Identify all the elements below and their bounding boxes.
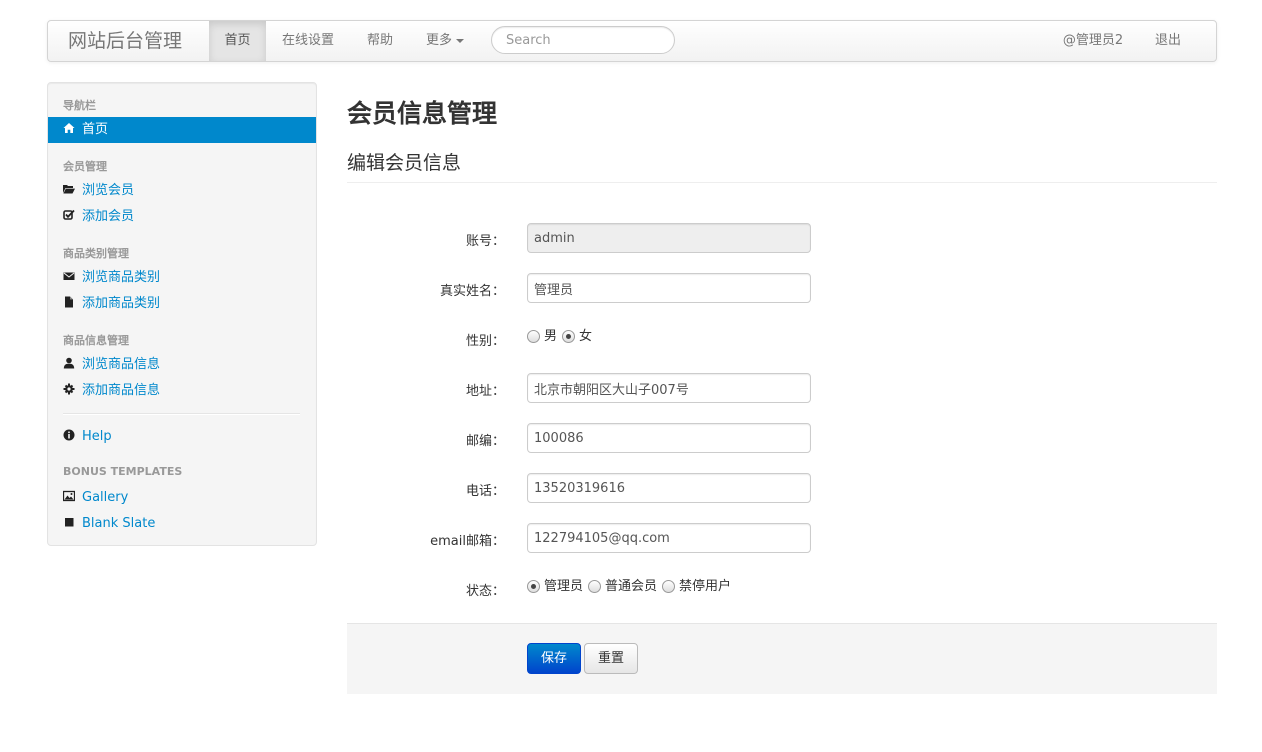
status-radio-admin[interactable] — [527, 579, 540, 593]
gender-radio-female[interactable] — [562, 329, 576, 343]
sidebar-item-label: 添加会员 — [82, 209, 135, 224]
sidebar-item-gallery[interactable]: Gallery — [48, 485, 316, 511]
status-option-member-label: 普通会员 — [605, 579, 658, 594]
sidebar-header-products: 商品信息管理 — [63, 334, 129, 347]
sidebar-item-label: 浏览商品类别 — [82, 270, 161, 285]
sidebar-item-label: 浏览商品信息 — [82, 357, 161, 372]
nav-logout[interactable]: 退出 — [1138, 21, 1198, 61]
address-label: 地址： — [465, 384, 505, 399]
sidebar-item-label: 浏览会员 — [82, 183, 135, 198]
realname-label: 真实姓名： — [439, 284, 505, 299]
nav-more-dropdown[interactable]: 更多 — [410, 21, 480, 61]
email-label: email邮箱： — [430, 534, 505, 549]
sidebar-divider — [63, 413, 300, 415]
gender-option-male-label: 男 — [544, 329, 558, 344]
sidebar-nav: 导航栏 首页 会员管理 浏览会员 添加会员 商品类别管理 浏览商品类别 添加商品… — [47, 82, 317, 546]
sidebar-item-add-category[interactable]: 添加商品类别 — [48, 291, 316, 317]
sidebar-item-blank-slate[interactable]: Blank Slate — [48, 511, 316, 537]
sidebar-item-browse-members[interactable]: 浏览会员 — [48, 178, 316, 204]
picture-icon — [63, 490, 75, 502]
zip-label: 邮编： — [465, 434, 505, 449]
status-radio-banned[interactable] — [662, 579, 676, 593]
sidebar-header-members: 会员管理 — [63, 160, 107, 173]
account-label: 账号： — [465, 234, 505, 249]
sidebar-item-label: Help — [82, 429, 112, 444]
sidebar-header-categories: 商品类别管理 — [63, 247, 129, 260]
top-navbar: 网站后台管理 首页 在线设置 帮助 更多 @管理员2 退出 — [47, 20, 1217, 62]
folder-open-icon — [63, 185, 75, 194]
account-field[interactable] — [527, 223, 811, 253]
nav-home[interactable]: 首页 — [209, 21, 266, 61]
save-button[interactable]: 保存 — [527, 643, 581, 674]
zip-field[interactable] — [527, 423, 811, 453]
caret-down-icon — [456, 38, 464, 43]
nav-online-settings[interactable]: 在线设置 — [266, 21, 350, 61]
status-option-admin-label: 管理员 — [544, 579, 584, 594]
sidebar-item-browse-categories[interactable]: 浏览商品类别 — [48, 265, 316, 291]
envelope-icon — [63, 272, 75, 280]
sidebar-item-help[interactable]: Help — [48, 424, 316, 450]
form-actions-bar: 保存 重置 — [347, 623, 1217, 694]
section-divider — [347, 182, 1217, 183]
sidebar-item-home[interactable]: 首页 — [48, 117, 316, 143]
phone-field[interactable] — [527, 473, 811, 503]
email-field[interactable] — [527, 523, 811, 553]
status-label: 状态： — [465, 584, 505, 599]
sidebar-item-label: 首页 — [82, 122, 109, 137]
sidebar-item-add-product[interactable]: 添加商品信息 — [48, 378, 316, 404]
gender-radio-group: 男 女 — [527, 325, 597, 344]
section-title: 编辑会员信息 — [347, 152, 462, 174]
sidebar-header-nav: 导航栏 — [63, 99, 96, 112]
realname-field[interactable] — [527, 273, 811, 303]
address-field[interactable] — [527, 373, 811, 403]
user-icon — [63, 357, 75, 369]
gender-label: 性别： — [465, 334, 505, 349]
sidebar-item-browse-products[interactable]: 浏览商品信息 — [48, 352, 316, 378]
check-icon — [63, 209, 75, 220]
phone-label: 电话： — [465, 484, 505, 499]
status-radio-group: 管理员 普通会员 禁停用户 — [527, 575, 736, 594]
nav-more-label: 更多 — [425, 33, 452, 48]
status-option-banned-label: 禁停用户 — [679, 579, 732, 594]
gender-option-female-label: 女 — [579, 329, 593, 344]
nav-current-user[interactable]: @管理员2 — [1048, 21, 1138, 61]
sidebar-item-add-member[interactable]: 添加会员 — [48, 204, 316, 230]
nav-help[interactable]: 帮助 — [350, 21, 410, 61]
reset-button[interactable]: 重置 — [584, 643, 638, 674]
sidebar-item-label: 添加商品类别 — [82, 296, 161, 311]
file-icon — [65, 296, 73, 308]
stop-icon — [65, 518, 74, 527]
sidebar-item-label: Blank Slate — [82, 516, 156, 531]
home-icon — [63, 123, 75, 133]
cog-icon — [63, 383, 75, 395]
search-input[interactable] — [491, 26, 675, 54]
info-icon — [63, 429, 75, 441]
sidebar-item-label: Gallery — [82, 490, 129, 505]
status-radio-member[interactable] — [588, 579, 602, 593]
gender-radio-male[interactable] — [527, 329, 540, 343]
sidebar-item-label: 添加商品信息 — [82, 383, 161, 398]
sidebar-header-bonus: BONUS TEMPLATES — [63, 465, 183, 478]
brand-logo-text[interactable]: 网站后台管理 — [68, 21, 182, 61]
page-title: 会员信息管理 — [347, 99, 498, 128]
